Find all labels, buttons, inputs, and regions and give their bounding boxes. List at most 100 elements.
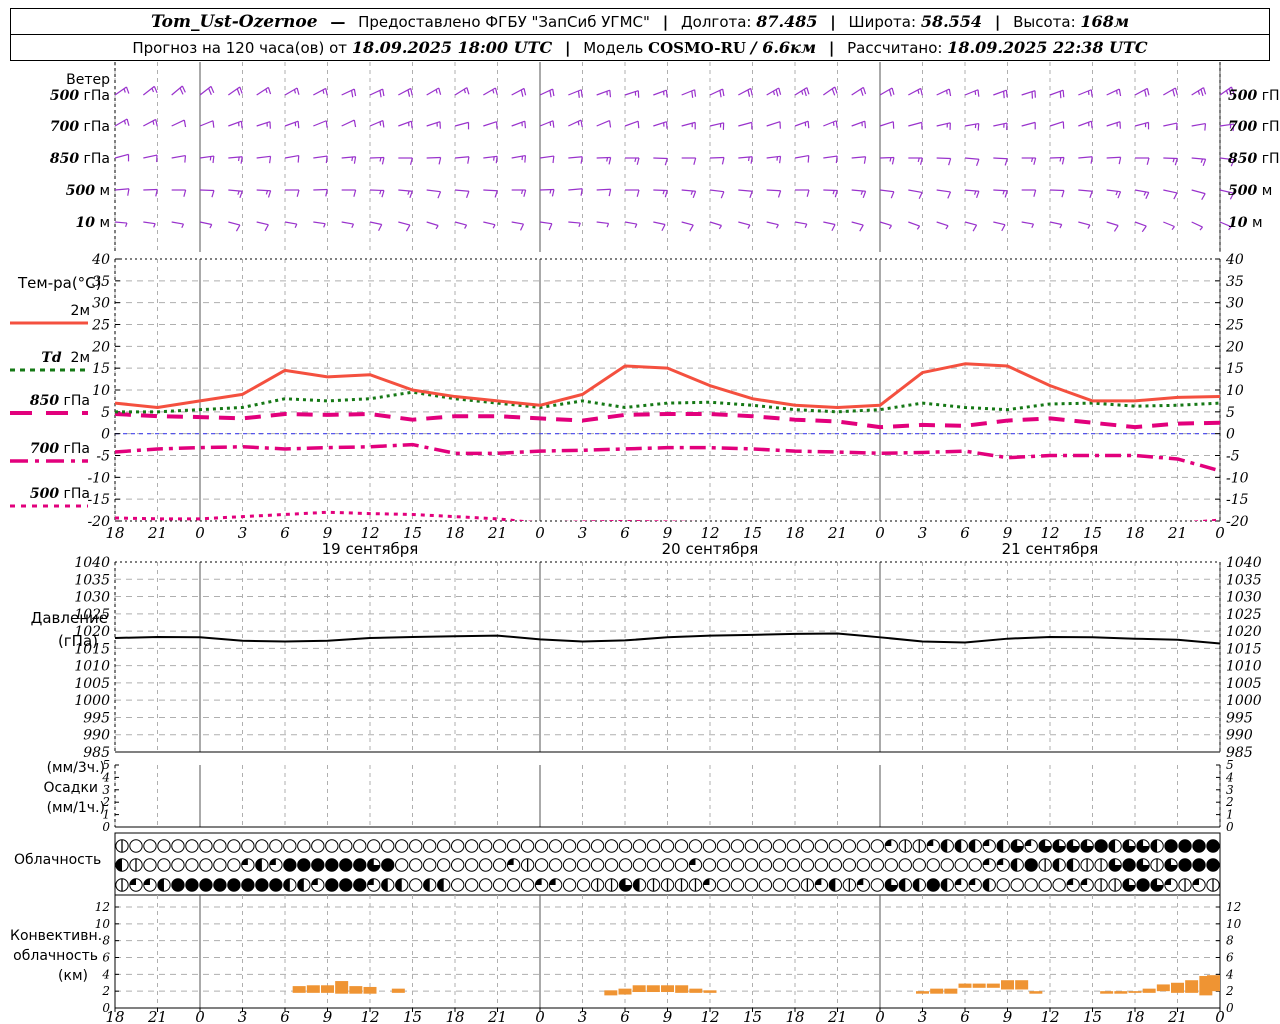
wind-level-10m-left: 10 м <box>75 215 111 231</box>
svg-text:30: 30 <box>92 296 110 312</box>
svg-text:0: 0 <box>195 524 205 542</box>
conv-cloud-bar <box>986 983 1000 988</box>
temperature-panel: 40 4035 3530 3025 2520 2015 1510 105 50 0-5 -5-10-… <box>87 252 1248 530</box>
svg-text:995: 995 <box>1226 710 1253 726</box>
svg-text:21: 21 <box>487 524 507 542</box>
conv-cloud-bar <box>321 985 334 993</box>
calculated-time: 18.09.2025 22:38 UTC <box>947 38 1148 57</box>
svg-text:0: 0 <box>1215 524 1225 542</box>
svg-text:8: 8 <box>1226 934 1234 948</box>
header-line-1: Tom_Ust-Ozernoe — Предоставлено ФГБУ "За… <box>11 9 1269 35</box>
svg-text:990: 990 <box>1226 728 1253 744</box>
svg-text:9: 9 <box>1003 1008 1013 1024</box>
svg-text:0: 0 <box>102 820 110 834</box>
wind-row-4 <box>114 221 1232 233</box>
svg-text:0: 0 <box>875 524 885 542</box>
svg-text:6: 6 <box>620 524 630 542</box>
conv-cloud-bar <box>604 990 618 996</box>
svg-text:10: 10 <box>92 383 110 399</box>
svg-text:12: 12 <box>95 900 110 914</box>
conv-cloud-bar <box>958 983 972 988</box>
svg-text:21: 21 <box>827 524 847 542</box>
svg-text:4: 4 <box>1225 967 1234 981</box>
svg-text:1035: 1035 <box>74 572 110 588</box>
precip-unit-3h: (мм/3ч.) <box>46 760 105 776</box>
svg-text:1000: 1000 <box>1226 693 1262 709</box>
svg-text:0: 0 <box>1226 1001 1234 1015</box>
svg-text:18: 18 <box>445 524 464 542</box>
svg-text:-15: -15 <box>1226 492 1249 508</box>
conv-cloud-bar <box>391 988 405 993</box>
temp-panel-title: Тем-ра(°C) <box>18 274 102 292</box>
svg-text:21: 21 <box>1167 1008 1187 1024</box>
svg-text:0: 0 <box>875 1008 885 1024</box>
svg-text:9: 9 <box>323 1008 333 1024</box>
svg-text:1010: 1010 <box>74 659 110 675</box>
legend-t2m-label: 2м <box>70 303 90 319</box>
wind-level-700hpa-left: 700 гПа <box>49 119 110 135</box>
svg-text:20: 20 <box>91 339 110 355</box>
svg-text:12: 12 <box>1226 900 1241 914</box>
svg-text:18: 18 <box>105 524 124 542</box>
svg-text:3: 3 <box>918 524 928 542</box>
svg-text:15: 15 <box>743 1008 762 1024</box>
conv-cloud-bar <box>703 990 717 993</box>
separator: | <box>830 13 836 31</box>
svg-text:5: 5 <box>101 405 110 421</box>
wind-level-850hpa-left: 850 гПа <box>49 151 110 167</box>
svg-text:1035: 1035 <box>1226 572 1262 588</box>
svg-text:20: 20 <box>1225 339 1244 355</box>
svg-text:18: 18 <box>1125 524 1144 542</box>
temp-line-2м <box>115 362 1220 409</box>
svg-text:1030: 1030 <box>74 590 110 606</box>
cloud-panel-title: Облачность <box>14 852 102 868</box>
svg-text:15: 15 <box>92 361 110 377</box>
header-line-2: Прогноз на 120 часа(ов) от 18.09.2025 18… <box>11 35 1269 60</box>
pressure-unit: (гПа) <box>57 632 98 650</box>
conv-cloud-bar <box>1171 982 1184 993</box>
legend-t850-label: 850 гПа <box>29 393 90 409</box>
calculated-label: Рассчитано: <box>847 39 943 57</box>
conv-cloud-bar <box>646 985 660 993</box>
svg-text:1030: 1030 <box>1226 590 1262 606</box>
conv-cloud-bar <box>335 981 349 994</box>
precip-unit-1h: (мм/1ч.) <box>46 800 105 816</box>
separator: | <box>994 13 1001 31</box>
conv-cloud-bar <box>632 985 646 993</box>
altitude-value: 168м <box>1080 12 1130 31</box>
latitude-value: 58.554 <box>920 12 983 31</box>
wind-row-2 <box>114 153 1235 167</box>
svg-text:10: 10 <box>1226 917 1242 931</box>
temp-line-700 гПа <box>115 442 1220 473</box>
dash-separator: — <box>330 13 346 31</box>
svg-text:0: 0 <box>195 1008 205 1024</box>
cloud-row-средняя <box>115 858 1220 872</box>
svg-text:9: 9 <box>663 1008 673 1024</box>
wind-row-3 <box>114 188 1235 200</box>
svg-text:40: 40 <box>1225 252 1244 268</box>
svg-text:30: 30 <box>1226 296 1244 312</box>
legend-t500-label: 500 гПа <box>29 486 90 502</box>
wind-level-500m-left: 500 м <box>65 183 110 199</box>
conv-panel: 12 1210 108 86 64 42 20 0 <box>95 895 1242 1015</box>
altitude-label: Высота: <box>1013 13 1076 31</box>
latitude-label: Широта: <box>848 13 917 31</box>
model-resolution: / 6.6км <box>750 38 817 57</box>
svg-text:25: 25 <box>91 318 110 334</box>
svg-text:1010: 1010 <box>1226 659 1262 675</box>
conv-cloud-bar <box>1114 991 1128 994</box>
conv-cloud-bar <box>618 988 632 995</box>
wind-level-850hpa-right: 850 гПа <box>1228 151 1280 167</box>
svg-text:15: 15 <box>403 1008 422 1024</box>
legend-t700-label: 700 гПа <box>29 441 90 457</box>
conv-cloud-bar <box>349 986 363 994</box>
svg-text:3: 3 <box>578 524 588 542</box>
conv-cloud-bar <box>972 983 986 988</box>
conv-cloud-bar <box>1015 980 1029 990</box>
separator: | <box>564 39 571 57</box>
svg-text:1015: 1015 <box>1226 641 1262 657</box>
conv-cloud-bar <box>661 985 674 993</box>
conv-cloud-bar <box>689 988 703 993</box>
svg-text:21: 21 <box>147 524 167 542</box>
forecast-prefix: Прогноз на 120 часа(ов) от <box>132 39 348 57</box>
